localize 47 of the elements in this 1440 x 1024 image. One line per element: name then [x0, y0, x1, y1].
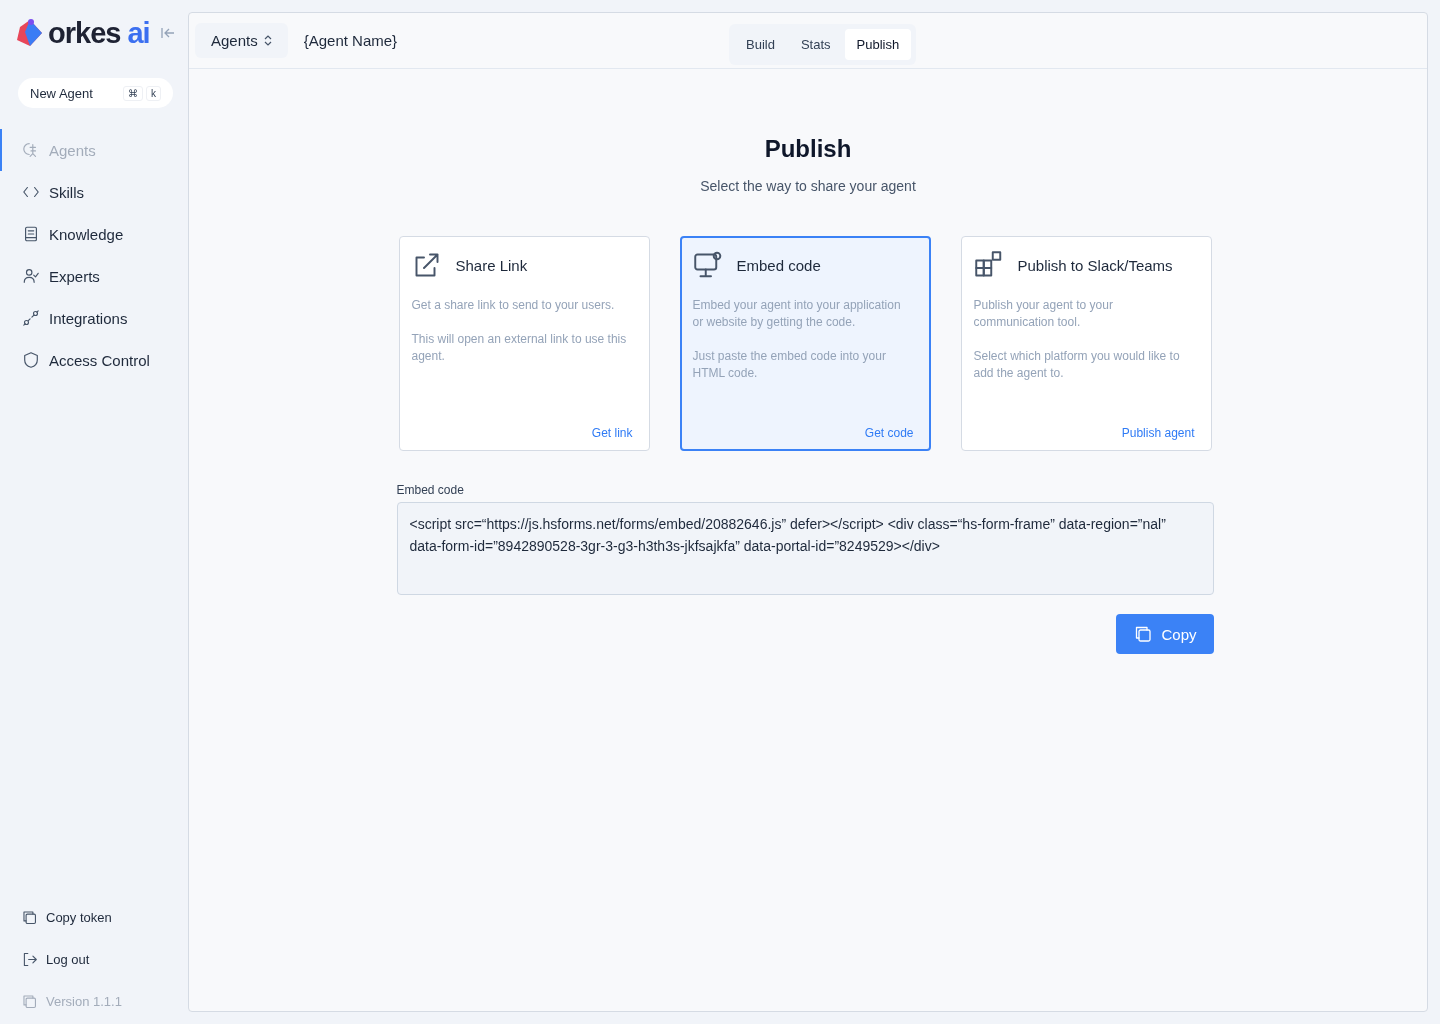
agents-dropdown[interactable]: Agents	[195, 23, 288, 58]
sidebar-item[interactable]: Integrations	[0, 297, 188, 339]
copy-icon	[21, 992, 38, 1010]
chevron-updown-icon	[263, 35, 272, 46]
card-title: Publish to Slack/Teams	[1017, 256, 1173, 274]
card-description: Just paste the embed code into your HTML code.	[692, 348, 887, 382]
card-description: Publish your agent to your communication tool.	[973, 297, 1114, 331]
copy-icon	[21, 908, 38, 926]
page-title: Publish	[764, 135, 852, 163]
copy-icon	[1133, 624, 1154, 644]
logo: orkes ai	[14, 16, 150, 50]
embed-code-field[interactable]: <script src=“https://js.hsforms.net/forms/embed/20882646.js” defer></script> <div class=“hs-form-frame” data-region=”nal” data-form-id=”8942890528-3gr-3-g3-h3th3s-jkfsajkfa” data-portal-id=”8249529></div>	[396, 502, 1214, 595]
monitor-gear-icon	[692, 250, 723, 280]
sidebar-action[interactable]: Copy token	[0, 896, 188, 938]
card-action-link[interactable]: Get link	[591, 426, 633, 440]
person-check-icon	[22, 267, 40, 285]
card-description: Select which platform you would like to add the agent to.	[973, 348, 1181, 382]
publish-option-card[interactable]: Share Link Get a share link to send to your users. This will open an external link to use this agent. Get link	[398, 236, 650, 451]
agent-name: {Agent Name}	[303, 32, 398, 49]
copy-button[interactable]: Copy	[1116, 614, 1214, 654]
sidebar-item[interactable]: Knowledge	[0, 213, 188, 255]
field-label: Embed code	[396, 483, 465, 497]
card-action-link[interactable]: Get code	[864, 426, 914, 440]
publish-option-card[interactable]: Publish to Slack/Teams Publish your agent to your communication tool. Select which platform you would like to add the agent to. Publish agent	[960, 236, 1212, 451]
version-label: Version 1.1.1	[0, 980, 188, 1022]
collapse-sidebar-icon[interactable]	[159, 26, 176, 40]
card-description: Embed your agent into your application or website by getting the code.	[692, 297, 902, 331]
sidebar-item[interactable]: Experts	[0, 255, 188, 297]
tab[interactable]: Publish	[844, 29, 912, 60]
publish-option-card[interactable]: Embed code Embed your agent into your application or website by getting the code. Just paste the embed code into your HTML code. Get code	[679, 236, 931, 451]
card-action-link[interactable]: Publish agent	[1121, 426, 1195, 440]
card-title: Share Link	[455, 256, 528, 274]
card-description: Get a share link to send to your users.	[411, 297, 616, 314]
shortcut-key: k	[146, 85, 161, 101]
card-description: This will open an external link to use this agent.	[411, 331, 628, 365]
book-icon	[22, 225, 40, 243]
tab[interactable]: Stats	[788, 29, 843, 60]
shortcut-key: ⌘	[123, 85, 143, 101]
sidebar-item[interactable]: Access Control	[0, 339, 188, 381]
logout-icon	[21, 950, 38, 968]
page-subtitle: Select the way to share your agent	[700, 178, 916, 194]
shield-icon	[22, 351, 40, 369]
tab[interactable]: Build	[734, 29, 787, 60]
sidebar-action[interactable]: Log out	[0, 938, 188, 980]
sidebar-item[interactable]: Skills	[0, 171, 188, 213]
new-agent-button[interactable]: New Agent ⌘ k	[18, 78, 173, 108]
card-title: Embed code	[736, 256, 821, 274]
